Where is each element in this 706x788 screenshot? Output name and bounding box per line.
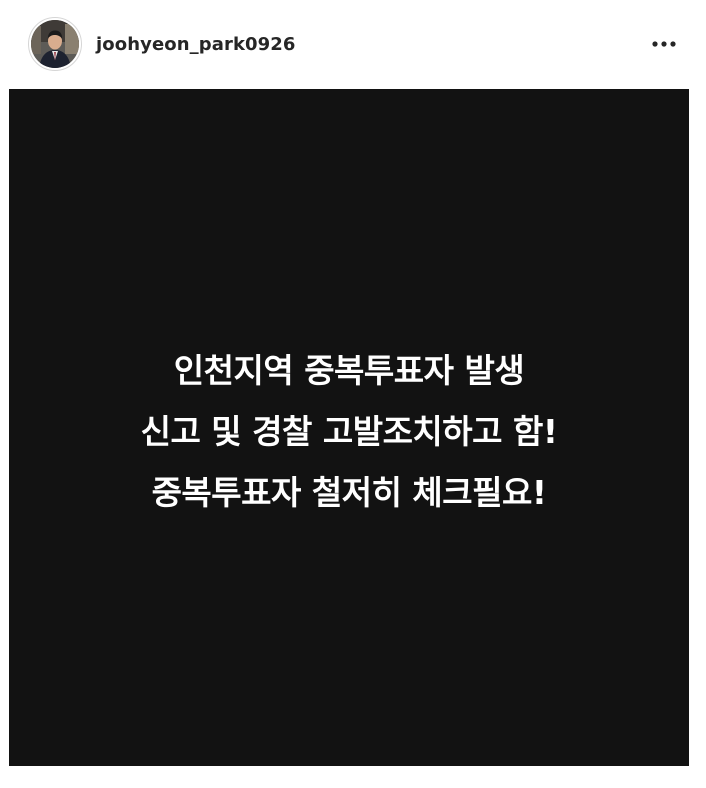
post-text-line-1: 인천지역 중복투표자 발생 — [173, 351, 525, 390]
more-horizontal-icon — [652, 41, 676, 47]
profile-photo — [31, 20, 79, 68]
more-options-button[interactable] — [646, 26, 682, 62]
avatar[interactable] — [28, 17, 82, 71]
post-text-line-3: 중복투표자 철저히 체크필요! — [151, 473, 547, 512]
post-image-text: 인천지역 중복투표자 발생 신고 및 경찰 고발조치하고 함! 중복투표자 철저… — [141, 340, 558, 523]
username-link[interactable]: joohyeon_park0926 — [96, 34, 296, 55]
post-image[interactable]: 인천지역 중복투표자 발생 신고 및 경찰 고발조치하고 함! 중복투표자 철저… — [9, 89, 689, 766]
post-header: joohyeon_park0926 — [0, 0, 706, 88]
instagram-post: joohyeon_park0926 인천지역 중복투표자 발생 신고 및 경찰 … — [0, 0, 706, 788]
post-text-line-2: 신고 및 경찰 고발조치하고 함! — [140, 412, 558, 451]
